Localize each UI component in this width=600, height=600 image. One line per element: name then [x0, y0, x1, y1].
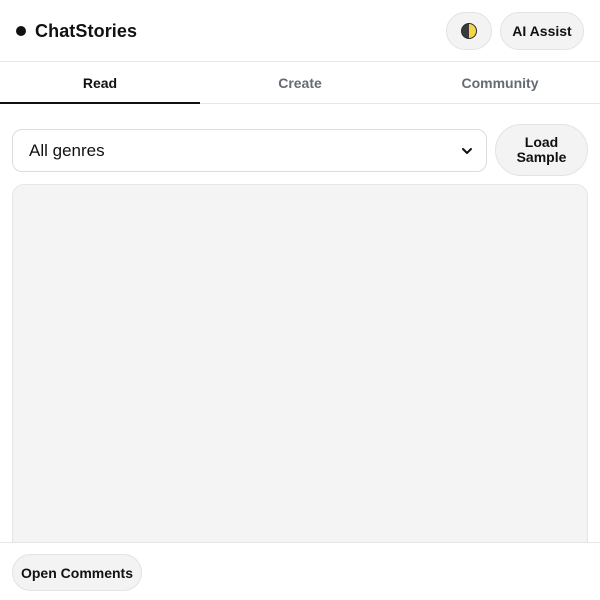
theme-toggle-button[interactable] — [446, 12, 492, 50]
tab-bar: Read Create Community — [0, 62, 600, 104]
ai-assist-button[interactable]: AI Assist — [500, 12, 584, 50]
open-comments-button[interactable]: Open Comments — [12, 554, 142, 591]
genre-select-value: All genres — [29, 140, 105, 160]
app-title: ChatStories — [35, 20, 138, 41]
app-root: ChatStories AI Assist Read Create Commun… — [0, 0, 600, 600]
footer-bar: Open Comments — [0, 542, 600, 600]
load-sample-button[interactable]: Load Sample — [495, 124, 588, 176]
brand: ChatStories — [16, 19, 137, 43]
brand-dot-icon — [16, 26, 26, 36]
story-reader-panel — [12, 184, 588, 584]
half-moon-theme-icon — [461, 23, 477, 39]
app-header: ChatStories AI Assist — [0, 0, 600, 62]
genre-select[interactable]: All genres — [12, 129, 487, 172]
tab-read[interactable]: Read — [0, 62, 200, 104]
chevron-down-icon — [462, 147, 472, 154]
tab-create[interactable]: Create — [200, 62, 400, 103]
tab-community[interactable]: Community — [400, 62, 600, 103]
